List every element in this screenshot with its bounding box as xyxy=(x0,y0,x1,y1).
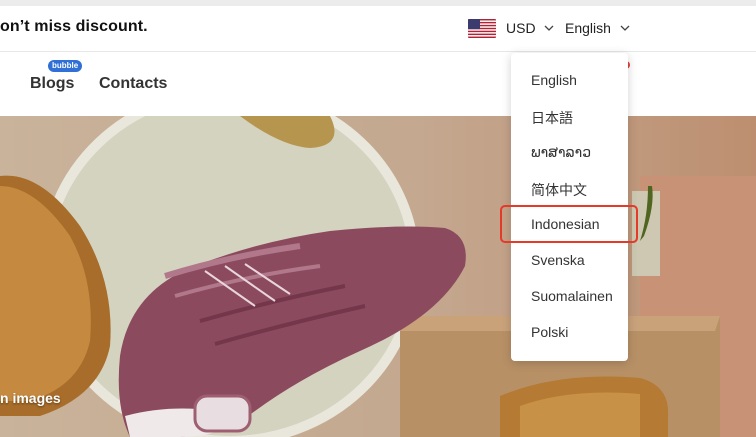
main-nav: bubble Blogs Contacts xyxy=(0,52,756,116)
chevron-down-icon xyxy=(620,25,630,31)
language-option-swedish[interactable]: Svenska xyxy=(531,252,585,268)
language-option-japanese[interactable]: 日本語 xyxy=(531,108,573,128)
announcement-bar: on’t miss discount. USD English xyxy=(0,6,756,52)
highlight-box xyxy=(500,205,638,243)
language-selector[interactable]: English xyxy=(565,20,630,36)
language-option-lao[interactable]: ພາສາລາວ xyxy=(531,144,591,161)
chevron-down-icon xyxy=(544,25,554,31)
hero-banner: n images xyxy=(0,116,756,437)
language-option-chinese[interactable]: 简体中文 xyxy=(531,180,587,200)
hero-image xyxy=(0,116,756,437)
language-option-polish[interactable]: Polski xyxy=(531,324,568,340)
nav-item-contacts[interactable]: Contacts xyxy=(99,75,167,93)
language-option-english[interactable]: English xyxy=(531,72,577,88)
currency-selector[interactable]: USD xyxy=(506,20,554,36)
promo-text: on’t miss discount. xyxy=(0,18,148,35)
nav-badge: bubble xyxy=(48,60,83,72)
currency-label: USD xyxy=(506,20,536,36)
hero-caption: n images xyxy=(0,390,61,406)
us-flag-icon[interactable] xyxy=(468,19,496,38)
language-label: English xyxy=(565,20,611,36)
nav-item-blogs[interactable]: Blogs xyxy=(30,75,74,93)
language-option-finnish[interactable]: Suomalainen xyxy=(531,288,613,304)
